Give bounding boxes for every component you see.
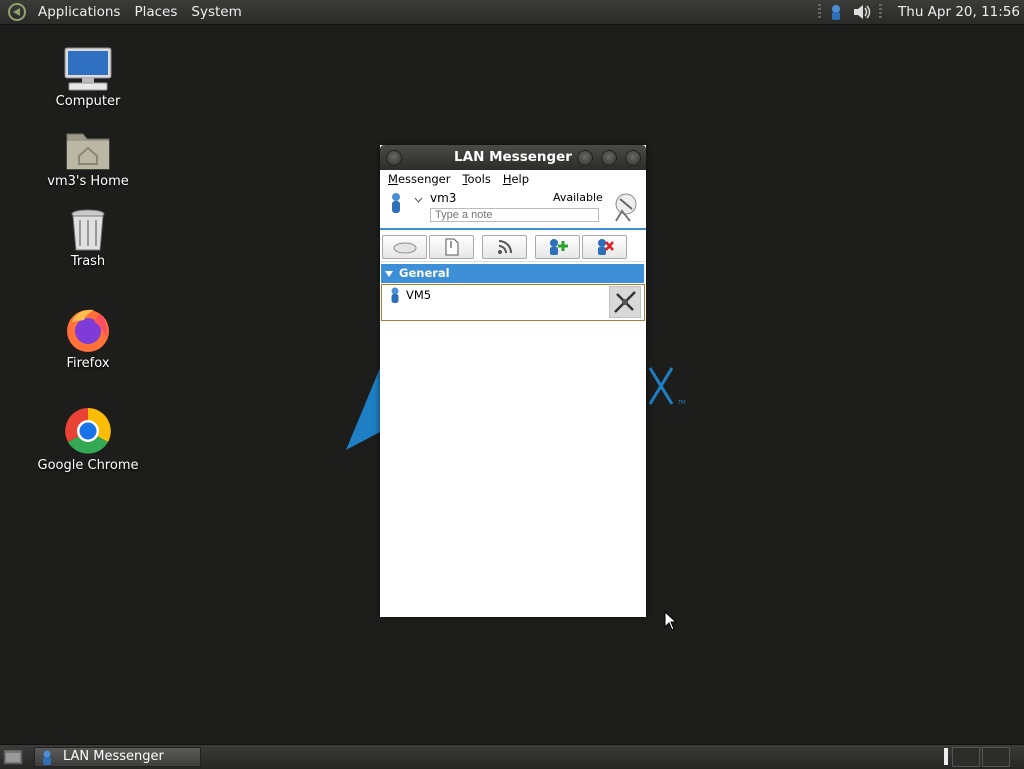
maximize-button[interactable] [601,150,617,166]
group-name: General [399,266,450,280]
wallpaper-logo-fragment [346,368,380,450]
desktop-icon-label: Google Chrome [37,458,139,473]
satellite-dish-icon[interactable] [608,191,640,223]
top-panel: Applications Places System Thu Apr 20, 1… [0,0,1024,25]
desktop-icon-label: Trash [70,254,106,269]
feed-button[interactable] [482,235,527,259]
system-menu[interactable]: System [184,4,248,20]
workspace-2[interactable] [982,747,1010,767]
lan-messenger-app-icon [43,750,51,765]
remove-contact-icon [597,239,614,255]
user-status[interactable]: Available [553,191,603,204]
places-menu[interactable]: Places [127,4,184,20]
note-input[interactable] [430,208,599,222]
contact-item[interactable]: VM5 [381,284,645,321]
bottom-panel: LAN Messenger [0,744,1024,769]
remove-contact-button[interactable] [582,235,627,259]
desktop-icon-firefox[interactable]: Firefox [33,306,143,371]
desktop-icon-trash[interactable]: Trash [33,208,143,269]
svg-text:TM: TM [677,400,685,406]
volume-icon[interactable] [851,2,873,22]
user-name: vm3 [430,191,457,205]
user-avatar-icon [392,193,400,213]
desktop-icon-label: vm3's Home [47,174,129,189]
desktop-icon-computer[interactable]: Computer [33,46,143,109]
broadcast-button[interactable] [382,235,427,259]
contact-group-header[interactable]: General [381,264,644,283]
wallpaper-logo-x: TM [648,367,685,406]
mouse-cursor-icon [664,611,678,631]
menu-help[interactable]: Help [499,172,537,186]
desktop-icon-label: Firefox [66,356,110,371]
computer-icon [64,47,112,91]
workspace-1[interactable] [952,747,980,767]
contact-status-icon [391,287,399,303]
desktop-icon-chrome[interactable]: Google Chrome [33,406,143,473]
chrome-icon [65,408,111,454]
menu-tools[interactable]: Tools [458,172,498,186]
lan-messenger-window: LAN Messenger Messenger Tools Help vm3 A… [380,145,646,617]
show-desktop-icon[interactable] [3,748,23,766]
window-title: LAN Messenger [454,149,572,165]
rss-icon [497,240,512,254]
home-folder-icon [66,133,110,170]
expand-arrow-icon[interactable] [385,271,393,278]
send-file-button[interactable] [429,235,474,259]
applications-menu[interactable]: Applications [31,4,127,20]
menu-messenger[interactable]: Messenger [384,172,458,186]
lan-messenger-tray-icon[interactable] [827,3,845,21]
broadcast-icon [393,242,416,254]
window-titlebar[interactable]: LAN Messenger [380,145,646,170]
add-contact-button[interactable] [535,235,580,259]
user-info-panel: vm3 Available [380,188,646,230]
workspace-switcher-handle [944,748,948,765]
contact-name: VM5 [406,288,432,302]
taskbar-item-lan-messenger[interactable]: LAN Messenger [34,747,201,767]
tray-separator [879,4,883,20]
minimize-button[interactable] [577,150,593,166]
file-icon [445,238,458,256]
add-contact-icon [549,239,568,255]
status-dropdown-chevron-icon[interactable] [414,197,423,203]
clock[interactable]: Thu Apr 20, 11:56 [888,4,1024,20]
trash-icon [71,209,105,251]
contact-avatar-icon [609,286,641,318]
desktop-icon-home[interactable]: vm3's Home [33,128,143,189]
close-button[interactable] [625,150,641,166]
desktop-icon-label: Computer [55,94,121,109]
window-menu-button[interactable] [386,150,402,166]
firefox-icon [67,309,109,352]
distro-logo-icon[interactable] [7,2,27,22]
system-tray: Thu Apr 20, 11:56 [818,0,1024,24]
taskbar-item-label: LAN Messenger [63,749,164,764]
menubar: Messenger Tools Help [380,170,646,188]
tray-separator [818,4,822,20]
toolbar [381,234,645,262]
